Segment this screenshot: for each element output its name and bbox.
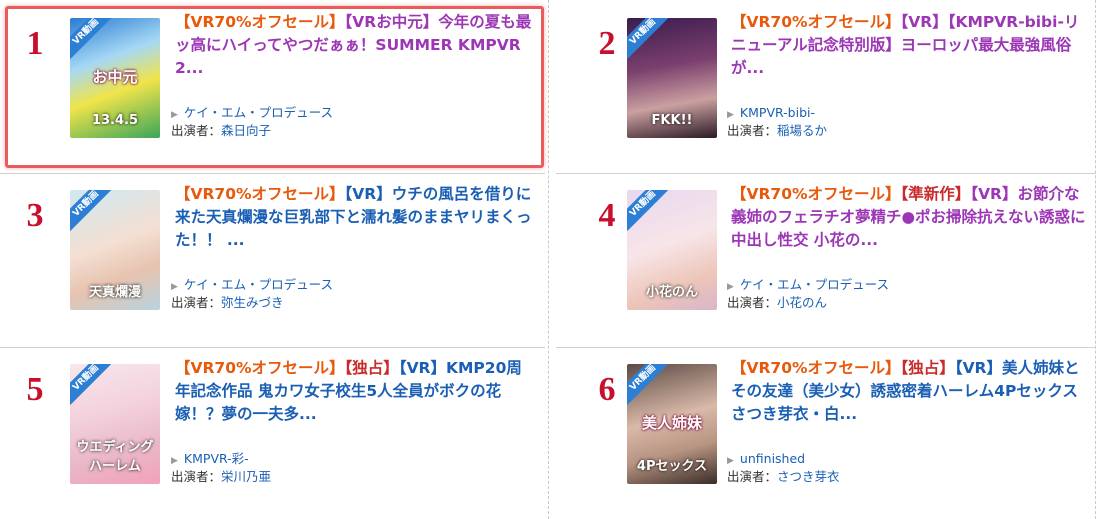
triangle-icon: ▶ [727,110,734,120]
product-thumbnail[interactable]: VR動画小花のん [627,190,717,310]
ranking-item[interactable]: 2 VR動画 FKK!! 【VR70%オフセール】【VR】【KMPVR-bibi-リニ… [549,0,1096,173]
maker-link[interactable]: ▶ ケイ・エム・プロデュース [727,277,889,295]
cast-label: 出演者： [171,295,222,310]
cast-name-link[interactable]: 稲場るか [777,123,827,138]
product-title-link[interactable]: 【VR70%オフセール】【独占】【VR】KMP20周年記念作品 鬼カワ女子校生5… [175,357,532,426]
cast-label: 出演者： [727,469,778,484]
maker-name: ケイ・エム・プロデュース [183,277,334,292]
cast-name-link[interactable]: 栄川乃亜 [221,469,271,484]
special-tag: 【独占】 [900,359,955,377]
special-tag: 【準新作】 [900,185,971,203]
cast-label: 出演者： [727,123,778,138]
triangle-icon: ▶ [171,110,178,120]
triangle-icon: ▶ [171,282,178,292]
thumbnail-text: 4Pセックス [636,459,708,474]
cast-label: 出演者： [171,469,222,484]
cast-name-link[interactable]: 弥生みづき [221,295,284,310]
ranking-item[interactable]: 3 VR動画 天真爛漫 【VR70%オフセール】【VR】ウチの風呂を借りに来た天真爛漫… [0,174,548,347]
vr-badge: VR動画 [70,364,113,405]
cast-line: 出演者：さつき芽衣 [727,469,840,485]
cast-line: 出演者：弥生みづき [171,295,284,311]
thumbnail-text: 13.4.5 [91,113,139,128]
maker-link[interactable]: ▶ ケイ・エム・プロデュース [171,105,333,123]
vr-badge: VR動画 [627,18,670,59]
ranking-grid: 1 VR動画 お中元 13.4.5 【VR70%オフセール】【VRお中元】今年の夏も最ッ… [0,0,1096,519]
maker-name: KMPVR-bibi- [739,105,816,120]
product-title-link[interactable]: 【VR70%オフセール】【VR】ウチの風呂を借りに来た天真爛漫な巨乳部下と濡れ髪… [175,183,532,252]
triangle-icon: ▶ [727,282,734,292]
ranking-item[interactable]: 6 VR動画 美人姉妹 4Pセックス 【VR70%オフセール】【独占】【VR】美人姉妹と… [549,348,1096,519]
ranking-item[interactable]: 4 VR動画 小花のん 【VR70%オフセール】【準新作】【VR】お節介な義姉のフェラ… [549,174,1096,347]
sale-tag: 【VR70%オフセール】 [731,185,901,203]
sale-tag: 【VR70%オフセール】 [731,13,901,31]
sale-tag: 【VR70%オフセール】 [175,359,345,377]
cast-line: 出演者：稲場るか [727,123,827,139]
product-thumbnail[interactable]: VR動画美人姉妹 4Pセックス [627,364,717,484]
rank-number: 3 [26,197,44,234]
maker-link[interactable]: ▶ KMPVR-彩- [171,451,249,469]
cast-name-link[interactable]: さつき芽衣 [777,469,840,484]
product-thumbnail[interactable]: VR動画 FKK!! [627,18,717,138]
maker-name: ケイ・エム・プロデュース [739,277,890,292]
product-title-link[interactable]: 【VR70%オフセール】【VR】【KMPVR-bibi-リニューアル記念特別版】… [731,11,1091,80]
sale-tag: 【VR70%オフセール】 [731,359,901,377]
thumbnail-label: 美人姉妹 [641,414,702,432]
product-thumbnail[interactable]: VR動画天真爛漫 [70,190,160,310]
cast-line: 出演者：森日向子 [171,123,271,139]
maker-name: unfinished [739,451,806,466]
thumbnail-text: 天真爛漫 [88,285,141,300]
maker-link[interactable]: ▶ KMPVR-bibi- [727,105,815,123]
vr-badge: VR動画 [627,364,670,405]
rank-number: 1 [26,25,44,62]
sale-tag: 【VR70%オフセール】 [175,13,345,31]
triangle-icon: ▶ [171,456,178,466]
maker-name: ケイ・エム・プロデュース [183,105,334,120]
cast-name-link[interactable]: 小花のん [777,295,827,310]
special-tag: 【独占】 [344,359,399,377]
product-thumbnail[interactable]: VR動画お中元 13.4.5 [70,18,160,138]
ranking-item[interactable]: 5 VR動画ウエディングハーレム 【VR70%オフセール】【独占】【VR】KMP20… [0,348,548,519]
vr-badge: VR動画 [627,190,670,231]
thumbnail-text: FKK!! [651,113,693,128]
product-title-link[interactable]: 【VR70%オフセール】【準新作】【VR】お節介な義姉のフェラチオ夢精チ●ポお掃… [731,183,1091,252]
rank-number: 5 [26,371,44,408]
vr-badge: VR動画 [70,18,113,59]
cast-label: 出演者： [171,123,222,138]
triangle-icon: ▶ [727,456,734,466]
sale-tag: 【VR70%オフセール】 [175,185,345,203]
thumbnail-text: ウエディングハーレム [76,440,154,474]
product-thumbnail[interactable]: VR動画ウエディングハーレム [70,364,160,484]
thumbnail-text: 小花のん [645,285,698,300]
maker-name: KMPVR-彩- [183,451,249,466]
cast-label: 出演者： [727,295,778,310]
cast-line: 出演者：栄川乃亜 [171,469,271,485]
product-title-link[interactable]: 【VR70%オフセール】【VRお中元】今年の夏も最ッ高にハイってやつだぁぁ！SU… [175,11,532,80]
product-title-link[interactable]: 【VR70%オフセール】【独占】【VR】美人姉妹とその友達（美少女）誘惑密着ハー… [731,357,1091,426]
thumbnail-label: お中元 [92,68,138,86]
cast-name-link[interactable]: 森日向子 [221,123,271,138]
vr-badge: VR動画 [70,190,113,231]
cast-line: 出演者：小花のん [727,295,827,311]
maker-link[interactable]: ▶ unfinished [727,451,805,469]
maker-link[interactable]: ▶ ケイ・エム・プロデュース [171,277,333,295]
ranking-item[interactable]: 1 VR動画お中元 13.4.5 【VR70%オフセール】【VRお中元】今年の夏も最ッ… [0,0,548,173]
